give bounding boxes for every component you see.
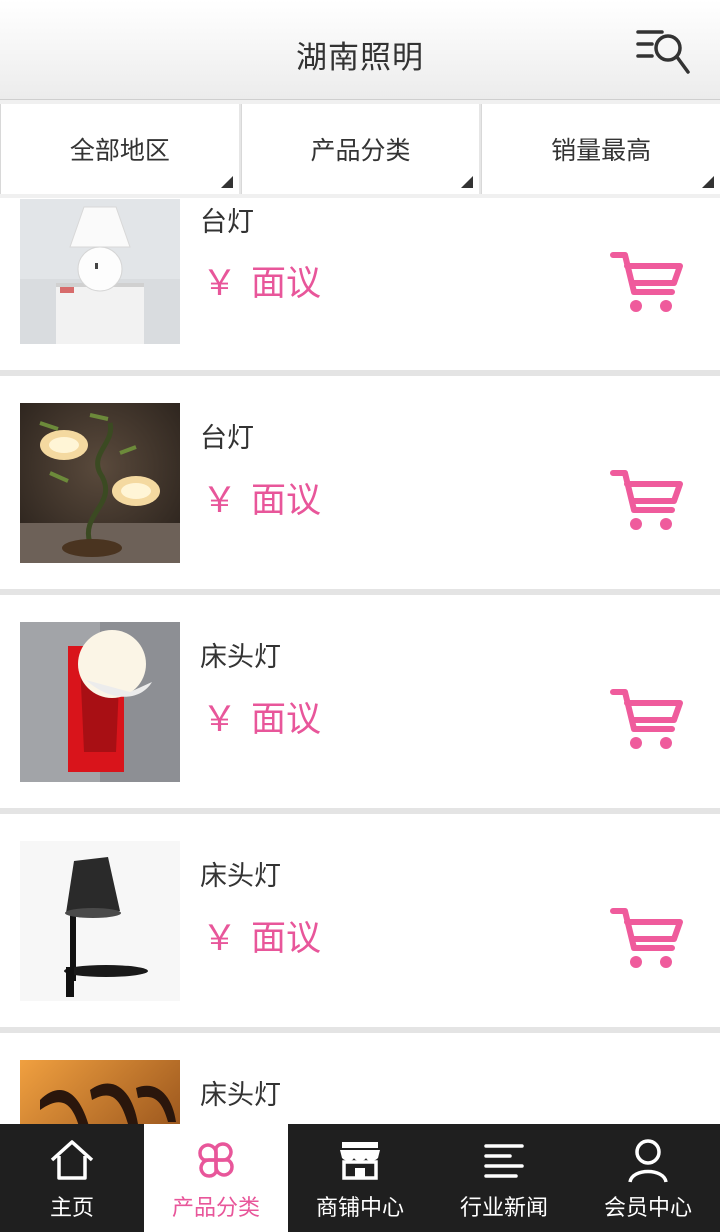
product-item[interactable]: 台灯 ￥ 面议 [0, 198, 720, 370]
shop-icon [340, 1142, 380, 1180]
product-price: ￥ 面议 [202, 910, 321, 961]
price-value: 面议 [251, 700, 322, 740]
product-image[interactable] [20, 403, 180, 563]
tab-shop-center-label: 商铺中心 [315, 1196, 404, 1221]
product-item[interactable]: 床头灯 ￥面议 [0, 1027, 720, 1124]
cart-icon[interactable] [610, 250, 684, 314]
grid-icon [198, 1142, 234, 1178]
product-name: 床头灯 [200, 861, 281, 892]
tab-member-center-label: 会员中心 [603, 1196, 692, 1221]
tab-product-category[interactable]: 产品分类 [144, 1124, 288, 1232]
price-value: 面议 [251, 919, 322, 959]
page-title: 湖南照明 [296, 40, 424, 76]
filter-bar: 全部地区 产品分类 销量最高 [0, 104, 720, 194]
filter-region-label: 全部地区 [69, 136, 170, 165]
product-image[interactable] [20, 199, 180, 344]
tab-home[interactable]: 主页 [0, 1124, 144, 1232]
tab-shop-center[interactable]: 商铺中心 [288, 1124, 432, 1232]
dropdown-corner-icon [220, 176, 233, 188]
news-icon [484, 1144, 524, 1178]
product-name: 床头灯 [200, 642, 281, 673]
filter-sort[interactable]: 销量最高 [481, 104, 720, 194]
product-image[interactable] [20, 841, 180, 1001]
product-item[interactable]: 床头灯 ￥ 面议 [0, 589, 720, 808]
product-item[interactable]: 床头灯 ￥ 面议 [0, 808, 720, 1027]
tab-home-label: 主页 [49, 1196, 94, 1221]
price-value: 面议 [251, 481, 322, 521]
app-header: 湖南照明 [0, 0, 720, 100]
filter-category-label: 产品分类 [310, 136, 411, 165]
currency-symbol: ￥ [202, 481, 238, 521]
product-price: ￥ 面议 [202, 472, 321, 523]
product-name: 台灯 [200, 207, 254, 238]
filter-sort-label: 销量最高 [551, 136, 652, 165]
filter-region[interactable]: 全部地区 [0, 104, 239, 194]
cart-icon[interactable] [610, 906, 684, 970]
product-name: 床头灯 [200, 1080, 281, 1111]
cart-icon[interactable] [610, 468, 684, 532]
cart-icon[interactable] [610, 687, 684, 751]
bottom-tab-bar: 主页 产品分类 商铺中心 行业新闻 会员中心 [0, 1124, 720, 1232]
currency-symbol: ￥ [202, 919, 238, 959]
tab-product-category-label: 产品分类 [171, 1196, 260, 1221]
dropdown-corner-icon [702, 176, 715, 188]
product-price: ￥ 面议 [202, 255, 321, 306]
home-icon [50, 1140, 94, 1180]
tab-industry-news-label: 行业新闻 [459, 1196, 548, 1221]
price-value: 面议 [251, 264, 322, 304]
tab-member-center[interactable]: 会员中心 [576, 1124, 720, 1232]
product-image[interactable] [20, 622, 180, 782]
user-icon [628, 1139, 668, 1183]
list-search-icon[interactable] [636, 26, 694, 78]
product-name: 台灯 [200, 423, 254, 454]
product-item[interactable]: 台灯 ￥ 面议 [0, 370, 720, 589]
currency-symbol: ￥ [202, 264, 238, 304]
filter-category[interactable]: 产品分类 [240, 104, 480, 194]
product-list: 台灯 ￥ 面议 台灯 ￥ 面议 床头灯 ￥ 面议 床头灯 ￥ 面议 床头灯 [0, 198, 720, 1124]
tab-industry-news[interactable]: 行业新闻 [432, 1124, 576, 1232]
product-image[interactable] [20, 1060, 180, 1124]
currency-symbol: ￥ [202, 700, 238, 740]
dropdown-corner-icon [461, 176, 474, 188]
product-price: ￥ 面议 [202, 691, 321, 742]
